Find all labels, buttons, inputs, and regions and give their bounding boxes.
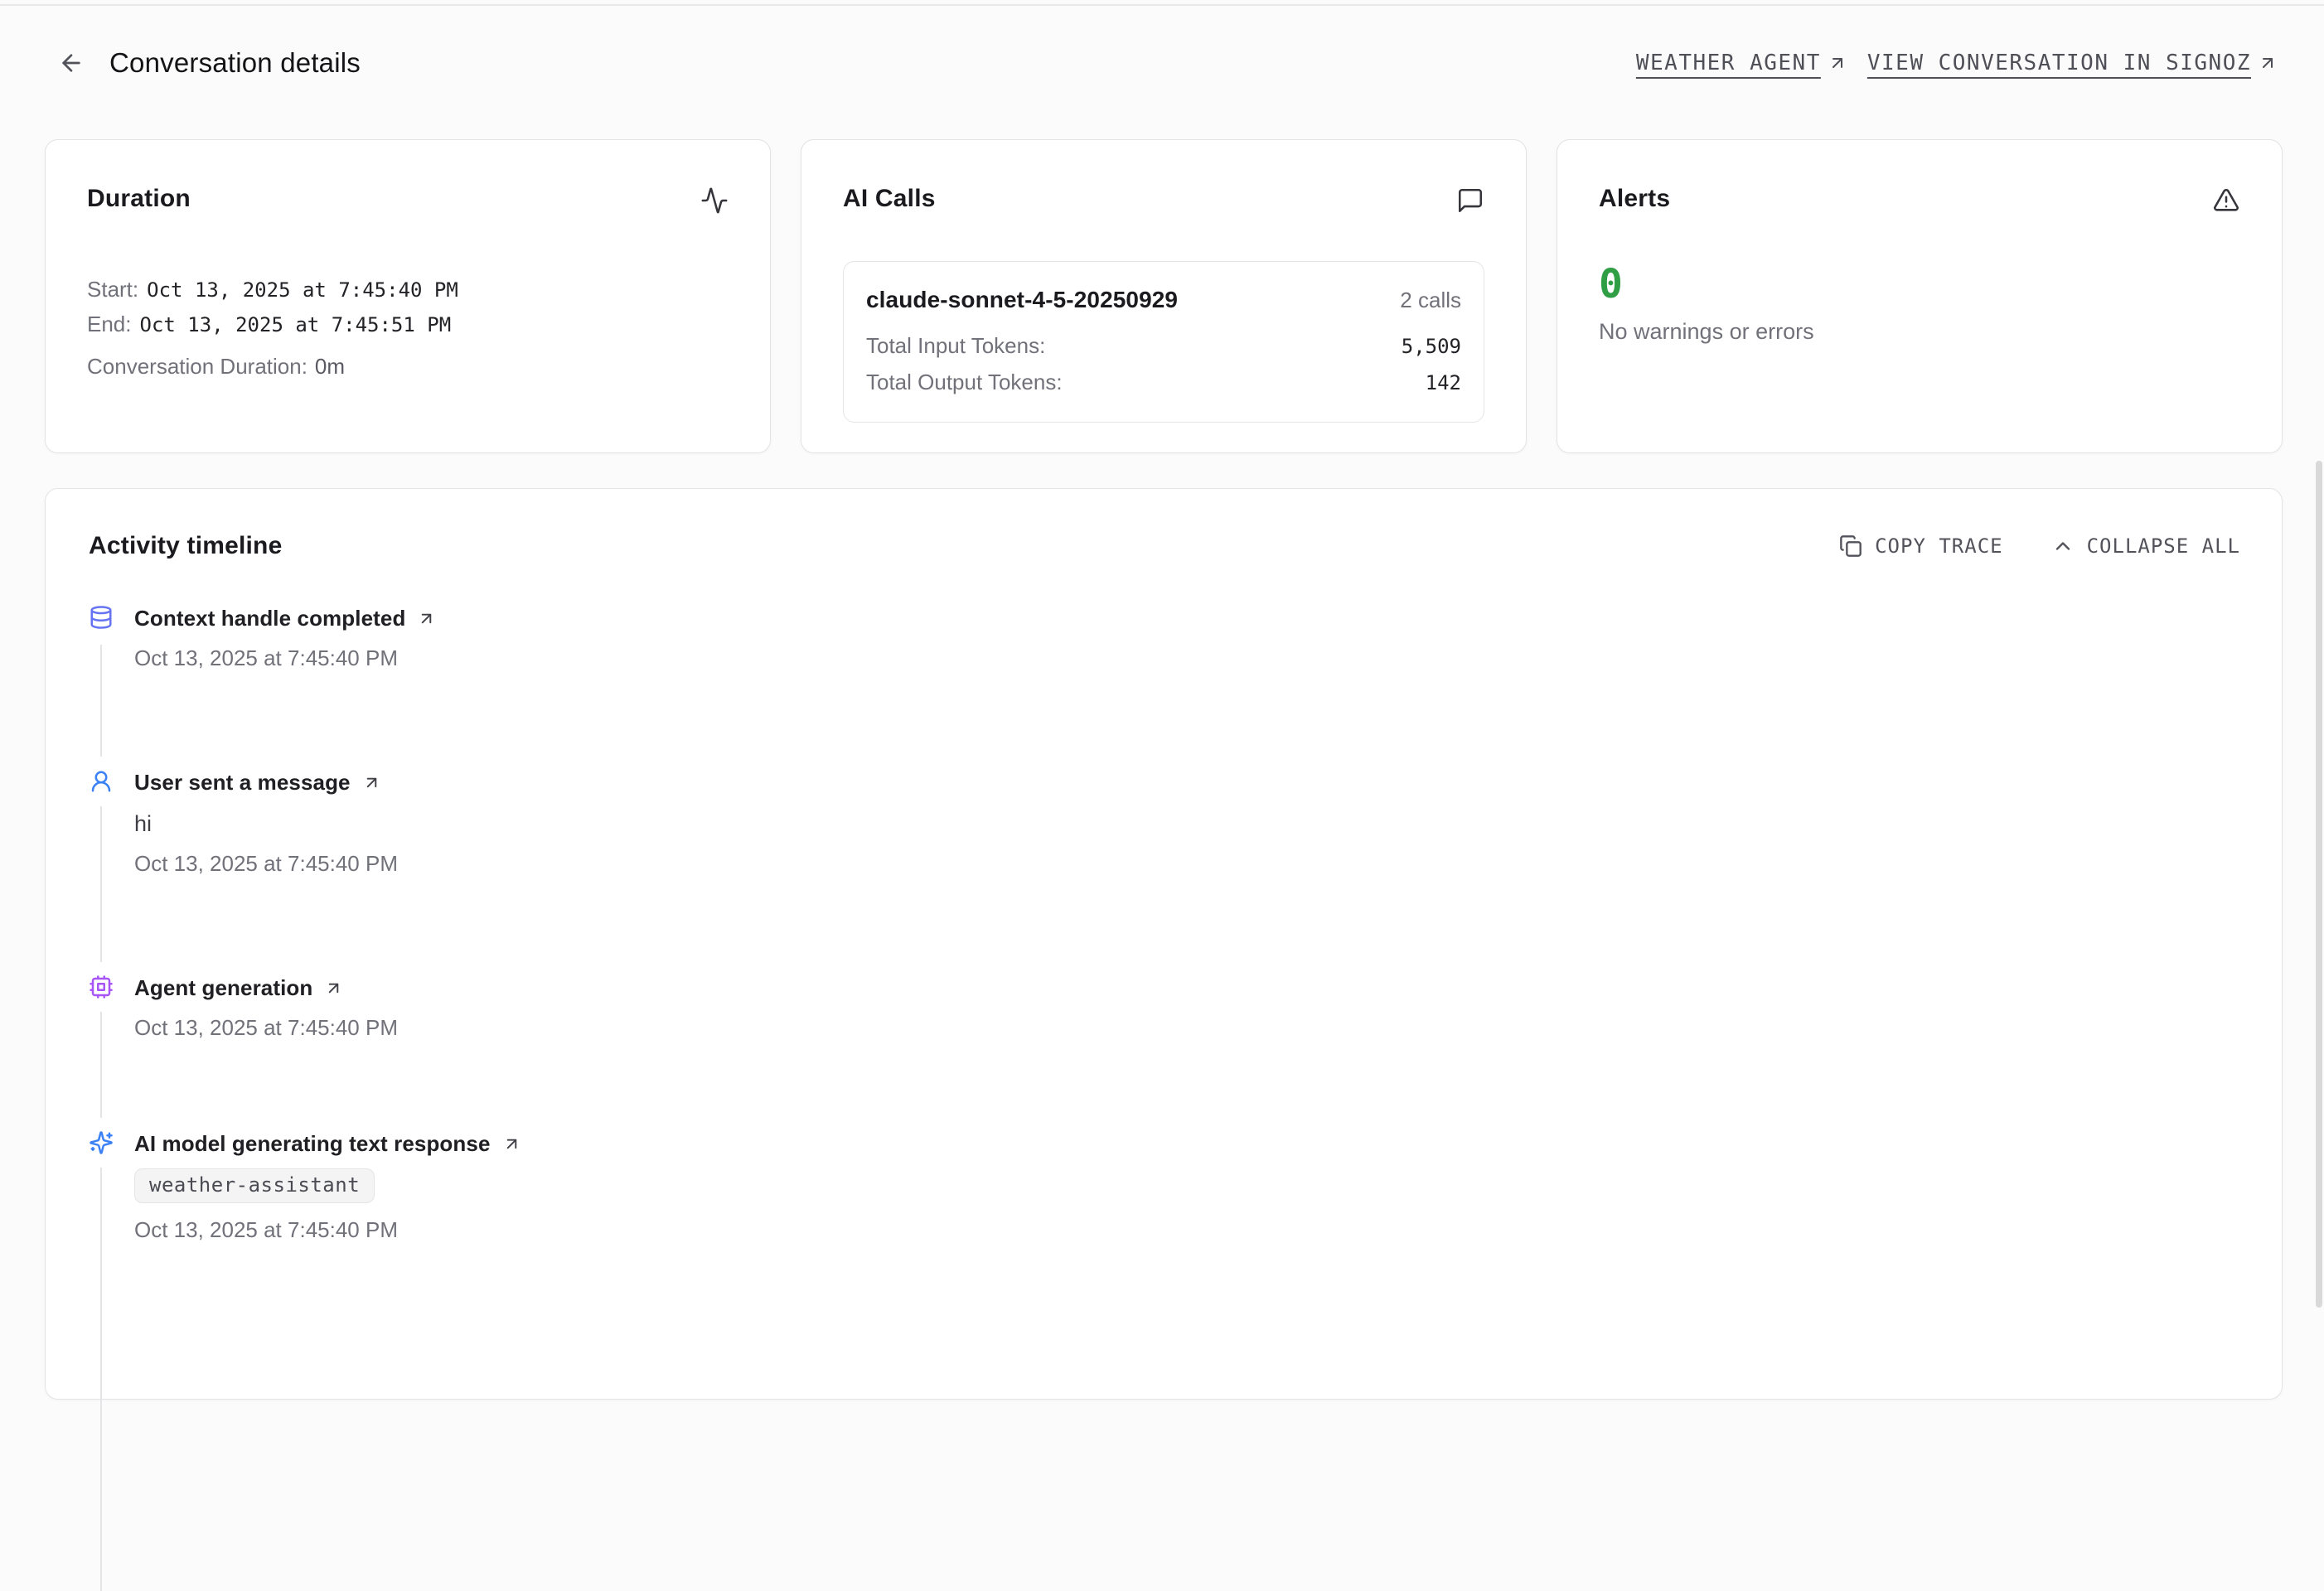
user-icon	[89, 757, 114, 806]
end-value: Oct 13, 2025 at 7:45:51 PM	[140, 308, 452, 342]
view-conversation-signoz-link[interactable]: VIEW CONVERSATION IN SIGNOZ	[1867, 51, 2278, 75]
duration-card: Duration Start: Oct 13, 2025 at 7:45:40 …	[45, 139, 771, 453]
alerts-count: 0	[1599, 263, 2240, 306]
arrow-up-right-icon	[417, 609, 436, 628]
back-button[interactable]	[55, 46, 88, 80]
agent-badge: weather-assistant	[134, 1168, 375, 1203]
cpu-icon	[89, 962, 114, 1012]
input-tokens-row: Total Input Tokens: 5,509	[866, 333, 1461, 359]
model-calls-count: 2 calls	[1400, 288, 1461, 313]
model-usage-box: claude-sonnet-4-5-20250929 2 calls Total…	[843, 261, 1484, 423]
event-title: User sent a message	[134, 770, 351, 796]
event-title: AI model generating text response	[134, 1131, 491, 1157]
conversation-duration-label: Conversation Duration:	[87, 350, 307, 384]
arrow-up-right-icon	[502, 1134, 521, 1153]
timeline-event-context-handle: Context handle completed Oct 13, 2025 at…	[89, 605, 2240, 671]
event-title-link[interactable]: Context handle completed	[134, 605, 436, 631]
activity-timeline-card: Activity timeline COPY TRACE COLLAPSE AL…	[45, 488, 2283, 1400]
start-label: Start:	[87, 273, 138, 307]
event-title-link[interactable]: AI model generating text response	[134, 1130, 521, 1157]
arrow-up-right-icon	[2258, 53, 2278, 73]
timeline-event-user-message: User sent a message hi Oct 13, 2025 at 7…	[89, 769, 2240, 877]
chevron-up-icon	[2051, 534, 2075, 558]
copy-trace-button[interactable]: COPY TRACE	[1839, 534, 2003, 558]
conversation-duration-value: 0m	[315, 350, 345, 384]
duration-end-row: End: Oct 13, 2025 at 7:45:51 PM	[87, 307, 729, 342]
arrow-left-icon	[58, 50, 85, 76]
database-icon	[89, 592, 114, 642]
view-conversation-signoz-link-label: VIEW CONVERSATION IN SIGNOZ	[1867, 51, 2251, 75]
event-title-link[interactable]: User sent a message	[134, 769, 381, 796]
weather-agent-link-label: WEATHER AGENT	[1636, 51, 1821, 75]
collapse-all-label: COLLAPSE ALL	[2087, 534, 2240, 558]
header-links: WEATHER AGENT VIEW CONVERSATION IN SIGNO…	[1636, 51, 2278, 75]
output-tokens-row: Total Output Tokens: 142	[866, 370, 1461, 395]
event-timestamp: Oct 13, 2025 at 7:45:40 PM	[134, 645, 2240, 671]
output-tokens-value: 142	[1426, 371, 1461, 394]
event-timestamp: Oct 13, 2025 at 7:45:40 PM	[134, 1216, 2240, 1243]
conversation-duration-row: Conversation Duration: 0m	[87, 350, 729, 384]
collapse-all-button[interactable]: COLLAPSE ALL	[2051, 534, 2240, 558]
timeline-event-ai-model-response: AI model generating text response weathe…	[89, 1130, 2240, 1243]
event-title: Context handle completed	[134, 606, 405, 631]
arrow-up-right-icon	[324, 979, 343, 998]
input-tokens-label: Total Input Tokens:	[866, 333, 1045, 359]
duration-card-title: Duration	[87, 185, 191, 213]
event-title-link[interactable]: Agent generation	[134, 974, 343, 1001]
event-timestamp: Oct 13, 2025 at 7:45:40 PM	[134, 850, 2240, 877]
activity-timeline-title: Activity timeline	[89, 532, 282, 560]
alert-triangle-icon	[2212, 186, 2240, 215]
arrow-up-right-icon	[1828, 53, 1847, 73]
top-divider	[0, 4, 2324, 6]
model-name: claude-sonnet-4-5-20250929	[866, 287, 1178, 313]
event-timestamp: Oct 13, 2025 at 7:45:40 PM	[134, 1014, 2240, 1041]
event-title: Agent generation	[134, 975, 312, 1001]
duration-start-row: Start: Oct 13, 2025 at 7:45:40 PM	[87, 273, 729, 307]
copy-trace-label: COPY TRACE	[1875, 534, 2003, 558]
arrow-up-right-icon	[362, 773, 381, 792]
page-title: Conversation details	[109, 47, 361, 79]
copy-icon	[1839, 534, 1862, 558]
page-header: Conversation details WEATHER AGENT VIEW …	[0, 0, 2324, 80]
input-tokens-value: 5,509	[1402, 335, 1461, 358]
timeline-event-agent-generation: Agent generation Oct 13, 2025 at 7:45:40…	[89, 974, 2240, 1041]
alerts-card: Alerts 0 No warnings or errors	[1557, 139, 2283, 453]
message-square-icon	[1456, 186, 1484, 215]
ai-calls-card-title: AI Calls	[843, 185, 936, 213]
sparkles-icon	[89, 1118, 114, 1168]
activity-icon	[700, 186, 729, 215]
alerts-card-title: Alerts	[1599, 185, 1670, 213]
weather-agent-link[interactable]: WEATHER AGENT	[1636, 51, 1847, 75]
output-tokens-label: Total Output Tokens:	[866, 370, 1063, 395]
ai-calls-card: AI Calls claude-sonnet-4-5-20250929 2 ca…	[801, 139, 1527, 453]
vertical-scrollbar[interactable]	[2316, 461, 2322, 1308]
alerts-message: No warnings or errors	[1599, 319, 2240, 345]
stat-cards-row: Duration Start: Oct 13, 2025 at 7:45:40 …	[45, 139, 2283, 453]
end-label: End:	[87, 307, 132, 341]
start-value: Oct 13, 2025 at 7:45:40 PM	[147, 273, 458, 307]
event-message-body: hi	[134, 810, 2240, 837]
timeline-list: Context handle completed Oct 13, 2025 at…	[89, 605, 2240, 1591]
